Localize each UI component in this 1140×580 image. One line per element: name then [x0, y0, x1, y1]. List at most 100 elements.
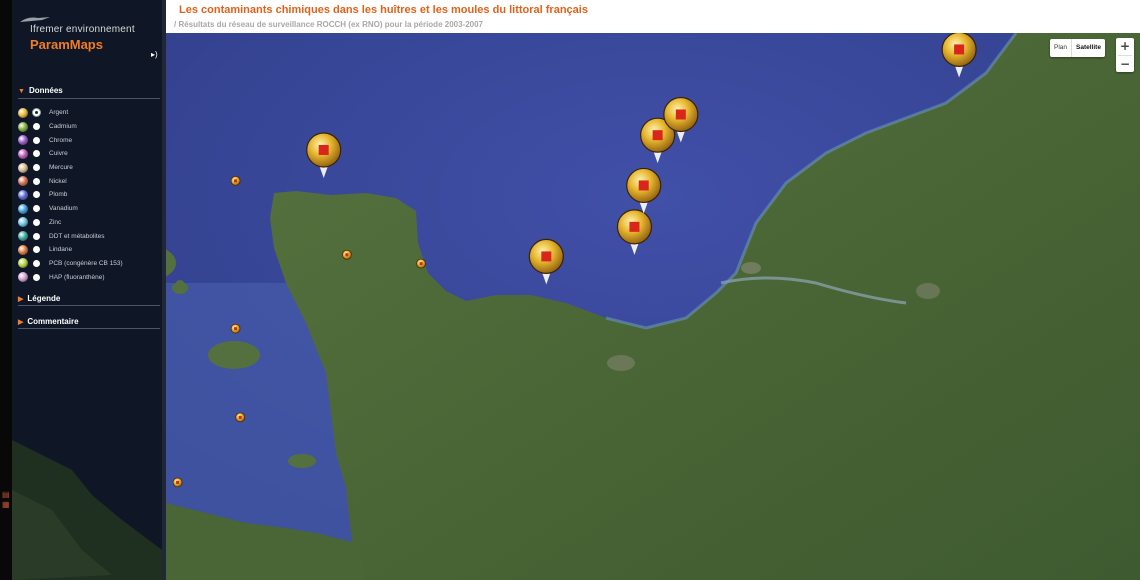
map-type-satellite-button[interactable]: Satellite — [1071, 39, 1105, 57]
marker-core — [318, 144, 329, 155]
station-marker-core — [345, 253, 349, 257]
layer-color-icon — [18, 162, 28, 173]
layer-color-icon — [18, 244, 28, 255]
map-type-plan-button[interactable]: Plan — [1050, 39, 1071, 57]
layer-radio[interactable] — [33, 218, 40, 226]
speaker-icon[interactable]: ▸) — [151, 50, 158, 59]
layer-color-icon — [18, 121, 28, 132]
layer-color-icon — [18, 135, 28, 146]
layer-color-icon — [18, 231, 28, 242]
station-marker-core — [419, 262, 423, 266]
layer-item[interactable]: Zinc — [18, 216, 162, 230]
layer-item[interactable]: PCB (congénère CB 153) — [18, 257, 162, 271]
document-icon[interactable]: ▦ — [2, 500, 12, 510]
layer-item[interactable]: Argent — [18, 106, 162, 120]
section-commentaire[interactable]: ▶ Commentaire — [18, 317, 79, 326]
layer-color-icon — [18, 107, 28, 118]
layers-icon[interactable]: ▤ — [2, 490, 12, 500]
map-canvas[interactable] — [166, 33, 1140, 580]
layer-item[interactable]: Chrome — [18, 133, 162, 147]
section-divider — [18, 98, 160, 99]
app-window: Ifremer environnement ParamMaps ▸) ▼ Donn… — [0, 0, 1140, 580]
page-header: Les contaminants chimiques dans les huît… — [166, 0, 1140, 33]
zoom-in-button[interactable]: + — [1116, 38, 1134, 55]
section-divider — [18, 328, 160, 329]
marker-core — [541, 251, 552, 262]
layer-item[interactable]: Plomb — [18, 188, 162, 202]
layer-radio[interactable] — [33, 150, 40, 158]
section-commentaire-label: Commentaire — [27, 317, 79, 326]
section-legende[interactable]: ▶ Légende — [18, 294, 60, 303]
layer-radio[interactable] — [33, 123, 40, 131]
layer-label: Nickel — [49, 177, 67, 185]
sidebar: Ifremer environnement ParamMaps ▸) ▼ Donn… — [0, 0, 166, 580]
layer-radio[interactable] — [33, 191, 40, 199]
station-marker-core — [238, 415, 242, 419]
layer-label: DDT et métabolites — [49, 232, 105, 240]
section-divider — [18, 305, 160, 306]
layer-label: HAP (fluoranthène) — [49, 273, 105, 281]
city-rouen — [916, 283, 940, 299]
layer-color-icon — [18, 203, 28, 214]
layer-label: Zinc — [49, 218, 62, 226]
layer-label: Chrome — [49, 136, 73, 144]
layer-radio[interactable] — [33, 109, 40, 117]
map-type-control: Plan Satellite — [1050, 39, 1105, 57]
layer-label: PCB (congénère CB 153) — [49, 259, 123, 267]
layer-color-icon — [18, 258, 28, 269]
station-marker-core — [234, 179, 238, 183]
section-legende-label: Légende — [27, 294, 61, 303]
layer-radio[interactable] — [33, 136, 40, 144]
layer-label: Plomb — [49, 191, 68, 199]
layer-label: Cuivre — [49, 150, 68, 158]
zoom-out-button[interactable]: − — [1116, 56, 1134, 73]
station-marker-core — [176, 480, 180, 484]
chevron-right-icon: ▶ — [18, 319, 24, 326]
page-subtitle: / Résultats du réseau de surveillance RO… — [174, 20, 483, 29]
layer-item[interactable]: DDT et métabolites — [18, 229, 162, 243]
layer-radio[interactable] — [33, 177, 40, 185]
layer-color-icon — [18, 217, 28, 228]
layer-item[interactable]: HAP (fluoranthène) — [18, 270, 162, 284]
brand-line1: Ifremer environnement — [30, 24, 135, 35]
layer-item[interactable]: Cadmium — [18, 120, 162, 134]
layer-radio[interactable] — [33, 164, 40, 172]
map-view[interactable]: Plan Satellite + − — [166, 33, 1140, 580]
layer-label: Argent — [49, 109, 69, 117]
station-marker-core — [234, 327, 238, 331]
island-jersey — [208, 341, 260, 369]
layer-radio[interactable] — [33, 273, 40, 281]
layer-radio[interactable] — [33, 259, 40, 267]
page-title: Les contaminants chimiques dans les huît… — [179, 4, 588, 16]
city-caen — [607, 355, 635, 371]
city-le-havre — [741, 262, 761, 274]
chevron-right-icon: ▶ — [18, 296, 24, 303]
layer-radio[interactable] — [33, 246, 40, 254]
layer-color-icon — [18, 176, 28, 187]
layer-label: Cadmium — [49, 123, 77, 131]
layer-item[interactable]: Mercure — [18, 161, 162, 175]
layer-item[interactable]: Cuivre — [18, 147, 162, 161]
layer-item[interactable]: Nickel — [18, 174, 162, 188]
layer-color-icon — [18, 189, 28, 200]
layer-color-icon — [18, 272, 28, 283]
layer-color-icon — [18, 148, 28, 159]
sidebar-tool-icons: ▤ ▦ — [2, 490, 12, 510]
section-donnees[interactable]: ▼ Données — [18, 86, 63, 95]
layer-label: Lindane — [49, 246, 73, 254]
sidebar-background-map — [12, 440, 166, 580]
chevron-down-icon: ▼ — [18, 88, 25, 95]
layer-radio[interactable] — [33, 232, 40, 240]
layer-radio[interactable] — [33, 205, 40, 213]
island-alderney — [176, 280, 184, 286]
layer-label: Mercure — [49, 164, 73, 172]
marker-core — [629, 221, 640, 232]
layer-label: Vanadium — [49, 205, 78, 213]
brand-line2: ParamMaps — [30, 37, 103, 52]
layer-item[interactable]: Lindane — [18, 243, 162, 257]
marker-core — [638, 180, 649, 191]
zoom-control: + − — [1116, 38, 1134, 72]
layer-item[interactable]: Vanadium — [18, 202, 162, 216]
marker-core — [652, 130, 663, 141]
marker-core — [954, 44, 965, 55]
